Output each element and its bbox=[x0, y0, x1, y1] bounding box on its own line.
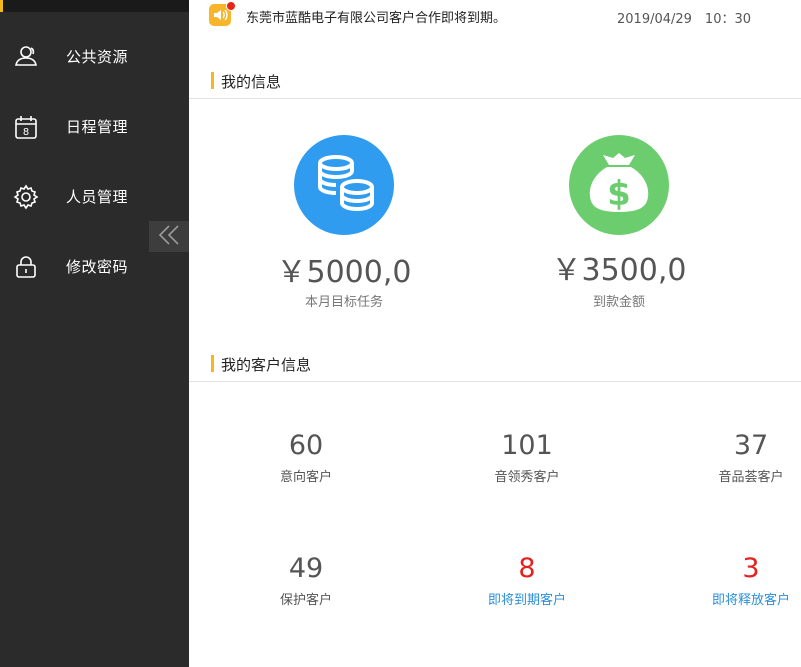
divider bbox=[189, 381, 801, 382]
stat-yinpinhui-customers[interactable]: 37 音品荟客户 bbox=[676, 430, 801, 485]
sidebar-header-strip bbox=[0, 0, 189, 12]
notice-text: 东莞市蓝酷电子有限公司客户合作即将到期。 bbox=[246, 11, 507, 26]
stat-expiring-customers[interactable]: 8 即将到期客户 bbox=[452, 553, 602, 608]
sidebar-item-schedule[interactable]: 8 日程管理 bbox=[0, 106, 189, 146]
gear-icon bbox=[12, 183, 40, 211]
sidebar-item-label: 日程管理 bbox=[66, 118, 129, 136]
stat-value: 49 bbox=[288, 553, 324, 584]
stat-value: 37 bbox=[733, 430, 769, 461]
monthly-target-label: 本月目标任务 bbox=[304, 295, 383, 310]
users-icon bbox=[12, 43, 40, 71]
section-title-customer-info: 我的客户信息 bbox=[211, 354, 311, 375]
stat-value: 60 bbox=[288, 430, 324, 461]
stat-label: 意向客户 bbox=[279, 470, 332, 485]
calendar-day: 8 bbox=[23, 127, 29, 138]
calendar-icon: 8 bbox=[12, 113, 40, 141]
stat-label: 音领秀客户 bbox=[494, 470, 560, 485]
sidebar-item-public-resources[interactable]: 公共资源 bbox=[0, 36, 189, 76]
main-content: 东莞市蓝酷电子有限公司客户合作即将到期。 2019/04/29 10：30 我的… bbox=[189, 0, 801, 667]
stat-value: 3 bbox=[742, 553, 760, 584]
svg-text:$: $ bbox=[607, 174, 631, 214]
notice-bar[interactable]: 东莞市蓝酷电子有限公司客户合作即将到期。 2019/04/29 10：30 bbox=[209, 1, 789, 27]
stat-releasing-customers[interactable]: 3 即将释放客户 bbox=[676, 553, 801, 608]
stat-value: 8 bbox=[518, 553, 536, 584]
sidebar-item-label: 人员管理 bbox=[66, 188, 129, 206]
received-amount-value: ￥3500,0 bbox=[551, 253, 687, 288]
divider bbox=[189, 98, 801, 99]
double-chevron-left-icon bbox=[156, 223, 182, 251]
expiring-customers-link[interactable]: 即将到期客户 bbox=[452, 589, 602, 608]
sidebar-item-label: 公共资源 bbox=[66, 48, 129, 66]
sidebar-item-label: 修改密码 bbox=[66, 258, 129, 276]
coins-icon bbox=[294, 135, 394, 235]
stat-label: 保护客户 bbox=[279, 593, 332, 608]
money-bag-icon: $ bbox=[569, 135, 669, 235]
accent-marker bbox=[0, 0, 3, 12]
sidebar-item-change-password[interactable]: 修改密码 bbox=[0, 246, 189, 286]
stat-yinlingxiu-customers[interactable]: 101 音领秀客户 bbox=[452, 430, 602, 485]
sidebar-collapse-button[interactable] bbox=[149, 221, 189, 252]
stat-protected-customers[interactable]: 49 保护客户 bbox=[231, 553, 381, 608]
stat-intent-customers[interactable]: 60 意向客户 bbox=[231, 430, 381, 485]
section-title-my-info: 我的信息 bbox=[211, 71, 281, 92]
monthly-target-value: ￥5000,0 bbox=[276, 255, 412, 290]
section-accent-bar bbox=[211, 355, 214, 372]
lock-icon bbox=[12, 253, 40, 281]
stat-value: 101 bbox=[501, 430, 553, 461]
notice-time: 2019/04/29 10：30 bbox=[617, 12, 752, 27]
sidebar: 公共资源 8 日程管理 人员管理 修改密码 bbox=[0, 0, 189, 667]
stat-label: 音品荟客户 bbox=[718, 470, 784, 485]
releasing-customers-link[interactable]: 即将释放客户 bbox=[676, 589, 801, 608]
received-amount-label: 到款金额 bbox=[592, 295, 645, 310]
section-accent-bar bbox=[211, 72, 214, 89]
notification-dot bbox=[226, 1, 236, 11]
sidebar-item-staff[interactable]: 人员管理 bbox=[0, 176, 189, 216]
